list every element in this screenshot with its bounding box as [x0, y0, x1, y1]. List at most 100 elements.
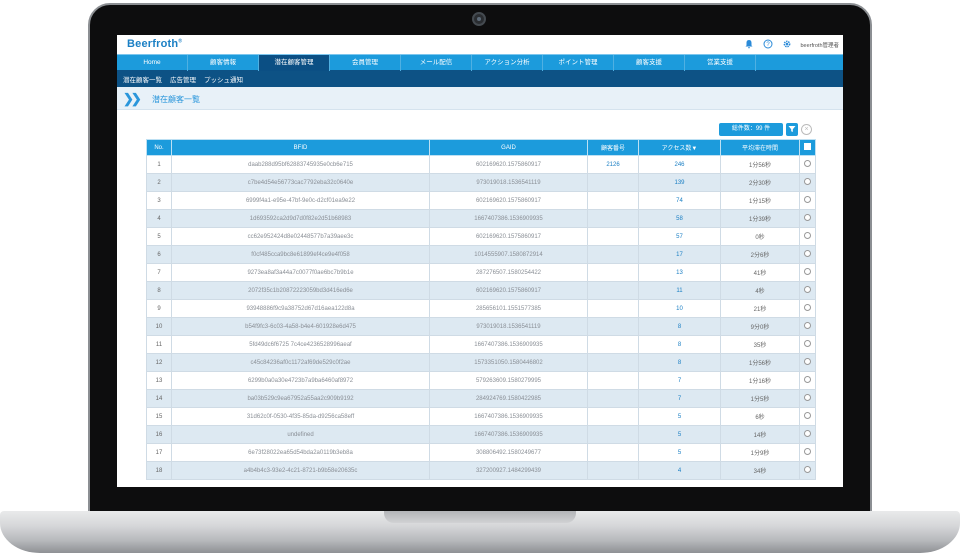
row-access-count[interactable]: 17	[638, 245, 721, 264]
row-select-checkbox[interactable]	[799, 371, 816, 390]
table-row[interactable]: 11 5fd49dc6f6725 7c4ce4236528996aeaf 16674…	[146, 335, 816, 354]
table-row[interactable]: 3 6999f4a1-e95e-47bf-9e0c-d2cf01ea9e22 602…	[146, 191, 816, 210]
table-row[interactable]: 15 31d62c0f-0530-4f35-85da-d9256ca58eff 16…	[146, 407, 816, 426]
nav-item-customer-support[interactable]: 顧客支援	[614, 55, 685, 71]
column-header-no[interactable]: No.	[146, 139, 172, 156]
table-row[interactable]: 9 93948886f9c9a38752d67d16aea122d8a 285656…	[146, 299, 816, 318]
row-select-checkbox[interactable]	[799, 461, 816, 480]
row-access-count[interactable]: 5	[638, 443, 721, 462]
row-customer-number[interactable]	[587, 425, 639, 444]
column-header-gaid[interactable]: GAID	[429, 139, 588, 156]
row-select-checkbox[interactable]	[799, 209, 816, 228]
table-row[interactable]: 14 ba03b529c9ea67952a55aa2c909b9192 284924…	[146, 389, 816, 408]
table-row[interactable]: 7 9273ea8af3a44a7c0077f0ae6bc7b9b1e 287276…	[146, 263, 816, 282]
row-customer-number[interactable]	[587, 353, 639, 372]
nav-item-sales-support[interactable]: 営業支援	[685, 55, 756, 71]
table-row[interactable]: 16 undefined 1667407386.1536909935 5 14秒	[146, 425, 816, 444]
column-header-bfid[interactable]: BFID	[171, 139, 430, 156]
row-customer-number[interactable]	[587, 371, 639, 390]
row-select-checkbox[interactable]	[799, 173, 816, 192]
help-icon[interactable]: ?	[762, 39, 773, 50]
row-customer-number[interactable]	[587, 335, 639, 354]
table-row[interactable]: 6 f0cf485cca9bc8e61899ef4ce9e4f058 1014555…	[146, 245, 816, 264]
row-customer-number[interactable]	[587, 245, 639, 264]
row-customer-number[interactable]	[587, 389, 639, 408]
nav-item-home[interactable]: Home	[117, 55, 188, 71]
row-number: 12	[146, 353, 172, 372]
row-access-count[interactable]: 13	[638, 263, 721, 282]
row-access-count[interactable]: 8	[638, 317, 721, 336]
row-access-count[interactable]: 74	[638, 191, 721, 210]
row-select-checkbox[interactable]	[799, 317, 816, 336]
table-row[interactable]: 18 a4b4b4c3-93e2-4c21-8721-b9b58e20635c 32…	[146, 461, 816, 480]
table-row[interactable]: 5 cc62e952424d8e02448577b7a39aee3c 6021696…	[146, 227, 816, 246]
row-select-checkbox[interactable]	[799, 443, 816, 462]
row-customer-number[interactable]	[587, 461, 639, 480]
row-access-count[interactable]: 246	[638, 155, 721, 174]
clear-icon[interactable]: ×	[801, 124, 812, 135]
column-header-avg-stay-time[interactable]: 平均滞在時間	[720, 139, 800, 156]
row-customer-number[interactable]	[587, 227, 639, 246]
row-select-checkbox[interactable]	[799, 407, 816, 426]
row-customer-number[interactable]	[587, 173, 639, 192]
nav-item-point-management[interactable]: ポイント管理	[543, 55, 614, 71]
column-header-customer-number[interactable]: 顧客番号	[587, 139, 639, 156]
brand-logo[interactable]: Beerfroth®	[127, 38, 182, 50]
row-customer-number[interactable]	[587, 209, 639, 228]
row-access-count[interactable]: 10	[638, 299, 721, 318]
row-select-checkbox[interactable]	[799, 227, 816, 246]
row-customer-number[interactable]	[587, 263, 639, 282]
row-customer-number[interactable]	[587, 443, 639, 462]
table-row[interactable]: 13 6299b0a0a30e4723b7a9ba6460af8972 579263…	[146, 371, 816, 390]
row-customer-number[interactable]	[587, 281, 639, 300]
row-select-checkbox[interactable]	[799, 299, 816, 318]
row-access-count[interactable]: 7	[638, 371, 721, 390]
row-select-checkbox[interactable]	[799, 353, 816, 372]
nav-item-customer-info[interactable]: 顧客情報	[188, 55, 259, 71]
table-row[interactable]: 4 1d693592ca2d9d7d0f82e2d51b68983 16674073…	[146, 209, 816, 228]
row-select-checkbox[interactable]	[799, 155, 816, 174]
table-row[interactable]: 1 daab288d95bf62883745935e0cb6e715 6021696…	[146, 155, 816, 174]
row-select-checkbox[interactable]	[799, 389, 816, 408]
row-access-count[interactable]: 5	[638, 407, 721, 426]
row-select-checkbox[interactable]	[799, 191, 816, 210]
row-select-checkbox[interactable]	[799, 425, 816, 444]
row-select-checkbox[interactable]	[799, 263, 816, 282]
table-row[interactable]: 12 c45c84236af0c1172af69de529c0f2ae 157335…	[146, 353, 816, 372]
row-access-count[interactable]: 139	[638, 173, 721, 192]
table-row[interactable]: 2 c7be4d54e56773cac7792eba32c0640e 9730190…	[146, 173, 816, 192]
column-header-access-count[interactable]: アクセス数▼	[638, 139, 721, 156]
row-access-count[interactable]: 5	[638, 425, 721, 444]
row-customer-number[interactable]	[587, 191, 639, 210]
row-access-count[interactable]: 4	[638, 461, 721, 480]
nav-item-prospect-management[interactable]: 潜在顧客管理	[259, 55, 330, 71]
table-row[interactable]: 17 6e73f28022ea65d54bda2a0119b3eb8a 308806…	[146, 443, 816, 462]
nav-item-mail-delivery[interactable]: メール配信	[401, 55, 472, 71]
subnav-item-push-notification[interactable]: プッシュ通知	[204, 74, 243, 84]
row-access-count[interactable]: 11	[638, 281, 721, 300]
row-customer-number[interactable]	[587, 299, 639, 318]
row-access-count[interactable]: 7	[638, 389, 721, 408]
row-customer-number[interactable]	[587, 317, 639, 336]
user-label[interactable]: beerfroth管理者	[800, 41, 839, 49]
subnav-item-ad-management[interactable]: 広告管理	[170, 74, 196, 84]
subnav-item-prospect-list[interactable]: 潜在顧客一覧	[123, 74, 162, 84]
select-all-checkbox[interactable]	[799, 139, 816, 156]
row-select-checkbox[interactable]	[799, 281, 816, 300]
gear-icon[interactable]	[781, 39, 792, 50]
row-access-count[interactable]: 57	[638, 227, 721, 246]
row-customer-number[interactable]	[587, 407, 639, 426]
row-access-count[interactable]: 8	[638, 353, 721, 372]
nav-item-member-management[interactable]: 会員管理	[330, 55, 401, 71]
row-customer-number[interactable]: 2126	[587, 155, 639, 174]
table-row[interactable]: 8 2072f35c1b20872223059bd3d416ed6e 6021696…	[146, 281, 816, 300]
bell-icon[interactable]	[743, 39, 754, 50]
row-access-count[interactable]: 58	[638, 209, 721, 228]
row-bfid: 31d62c0f-0530-4f35-85da-d9256ca58eff	[171, 407, 430, 426]
filter-icon[interactable]	[786, 123, 798, 136]
row-select-checkbox[interactable]	[799, 335, 816, 354]
nav-item-action-analysis[interactable]: アクション分析	[472, 55, 543, 71]
row-access-count[interactable]: 8	[638, 335, 721, 354]
row-select-checkbox[interactable]	[799, 245, 816, 264]
table-row[interactable]: 10 b54f9fc3-6c03-4a58-b4e4-601928e6d475 97…	[146, 317, 816, 336]
